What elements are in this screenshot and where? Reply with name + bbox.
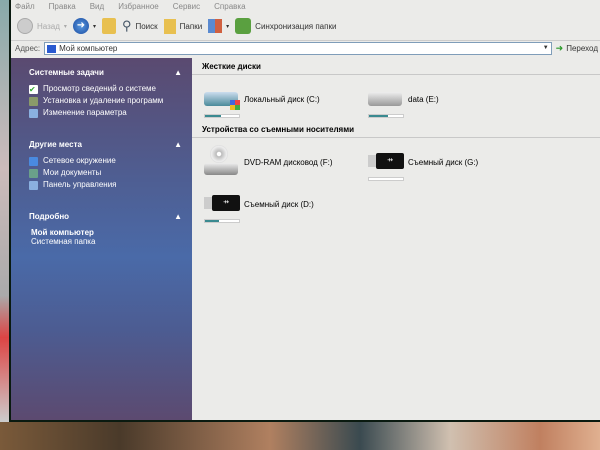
details-section: Подробно ▲ Мой компьютер Системная папка (29, 212, 182, 246)
menu-favorites[interactable]: Избранное (118, 2, 159, 11)
hard-disk-windows-icon (204, 88, 240, 118)
menu-bar: Файл Правка Вид Избранное Сервис Справка (11, 0, 600, 12)
system-tasks-header[interactable]: Системные задачи ▲ (29, 68, 182, 77)
drive-c[interactable]: Локальный диск (C:) (204, 88, 368, 118)
system-tasks-section: Системные задачи ▲ ✔ Просмотр сведений о с… (29, 68, 182, 118)
task-change-setting[interactable]: Изменение параметра (29, 108, 182, 118)
collapse-icon[interactable]: ▲ (174, 140, 182, 149)
hard-disk-icon (368, 88, 404, 118)
other-places-header[interactable]: Другие места ▲ (29, 140, 182, 149)
usage-bar (204, 114, 240, 118)
task-add-remove-programs[interactable]: Установка и удаление программ (29, 96, 182, 106)
explorer-window: Файл Правка Вид Избранное Сервис Справка… (9, 0, 600, 422)
usb-drive-icon: ⇸ (368, 151, 404, 181)
menu-tools[interactable]: Сервис (173, 2, 200, 11)
other-places-section: Другие места ▲ Сетевое окружение Мои доку… (29, 140, 182, 190)
go-arrow-icon: ➜ (555, 43, 564, 53)
computer-icon (47, 44, 57, 53)
details-type: Системная папка (31, 237, 96, 246)
desktop-edge (0, 0, 9, 422)
menu-view[interactable]: Вид (90, 2, 104, 11)
control-panel-icon (29, 109, 38, 118)
go-button[interactable]: ➜ Переход (556, 43, 600, 54)
sync-button[interactable]: Синхронизация папки (235, 18, 336, 34)
usb-drive-icon: ⇸ (204, 193, 240, 223)
group-hard-disks: Жесткие диски (192, 60, 600, 75)
drives-pane: Жесткие диски Локальный диск (C:) data (… (192, 58, 600, 420)
toolbar: Назад ▾ ➜ ▾ ⚲ Поиск Папки ▾ Синхронизация п… (11, 12, 600, 40)
drive-f[interactable]: DVD-RAM дисковод (F:) (204, 145, 368, 175)
search-icon: ⚲ (121, 18, 132, 33)
collapse-icon[interactable]: ▲ (174, 68, 182, 77)
usage-bar (368, 114, 404, 118)
details-name: Мой компьютер (31, 228, 94, 237)
drive-g[interactable]: ⇸ Съемный диск (G:) (368, 151, 532, 181)
sync-icon (235, 18, 252, 34)
address-dropdown-icon[interactable]: ▼ (543, 45, 549, 51)
views-button[interactable]: ▾ (208, 19, 229, 33)
collapse-icon[interactable]: ▲ (174, 212, 182, 221)
usage-fill (369, 115, 388, 117)
checklist-icon: ✔ (29, 85, 38, 94)
back-arrow-icon (17, 18, 33, 34)
usage-bar (368, 177, 404, 181)
programs-icon (29, 97, 38, 106)
menu-help[interactable]: Справка (214, 2, 245, 11)
address-input[interactable]: Мой компьютер ▼ (44, 42, 552, 55)
network-icon (29, 157, 38, 166)
dvd-drive-icon (204, 145, 240, 175)
menu-edit[interactable]: Правка (49, 2, 76, 11)
group-removable: Устройства со съемными носителями (192, 123, 600, 138)
place-my-documents[interactable]: Мои документы (29, 168, 182, 178)
usage-fill (205, 220, 219, 222)
folder-icon (163, 18, 176, 34)
views-icon (208, 19, 223, 33)
drive-d[interactable]: ⇸ Съемный диск (D:) (204, 193, 368, 223)
control-panel-icon (29, 181, 38, 190)
place-network[interactable]: Сетевое окружение (29, 156, 182, 166)
task-view-system-info[interactable]: ✔ Просмотр сведений о системе (29, 84, 182, 94)
details-header[interactable]: Подробно ▲ (29, 212, 182, 221)
task-pane: Системные задачи ▲ ✔ Просмотр сведений о с… (11, 58, 192, 420)
folders-button[interactable]: Папки (163, 18, 202, 34)
place-control-panel[interactable]: Панель управления (29, 180, 182, 190)
usage-bar (204, 219, 240, 223)
search-button[interactable]: ⚲ Поиск (122, 18, 158, 34)
folder-up-icon (101, 18, 116, 34)
address-label: Адрес: (15, 44, 41, 53)
up-button[interactable] (101, 18, 116, 34)
menu-file[interactable]: Файл (15, 2, 35, 11)
back-button[interactable]: Назад ▾ (17, 18, 67, 34)
forward-button[interactable]: ➜ ▾ (72, 18, 96, 34)
forward-arrow-icon: ➜ (72, 18, 89, 34)
drive-e[interactable]: data (E:) (368, 88, 532, 118)
usage-fill (205, 115, 222, 117)
address-bar: Адрес: Мой компьютер ▼ ➜ Переход (11, 40, 600, 56)
documents-icon (29, 169, 38, 178)
